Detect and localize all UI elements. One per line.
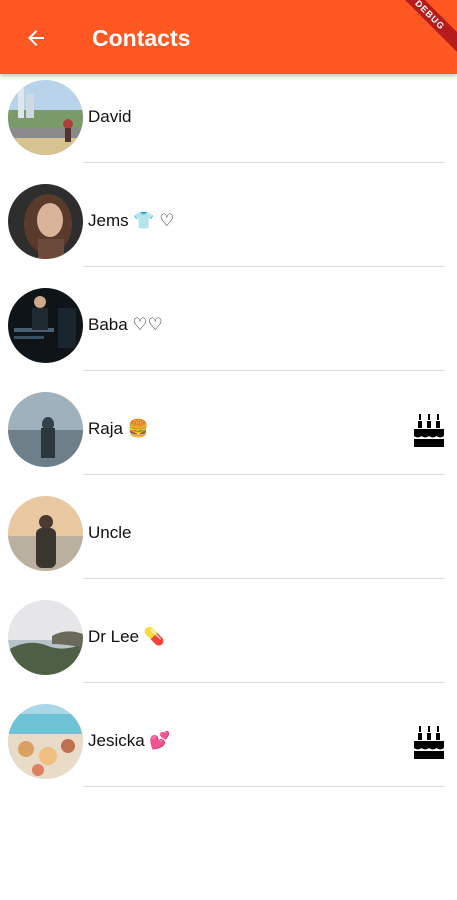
cake-icon — [414, 726, 444, 759]
divider — [83, 266, 445, 267]
contact-row[interactable]: David — [0, 74, 457, 178]
cake-icon — [414, 414, 444, 447]
avatar — [8, 600, 83, 675]
avatar — [8, 288, 83, 363]
arrow-back-icon — [28, 30, 44, 46]
avatar — [8, 704, 83, 779]
contact-name: Raja 🍔 — [88, 419, 149, 438]
contact-row[interactable]: Dr Lee 💊 — [0, 594, 457, 698]
contact-row[interactable]: Jesicka 💕 — [0, 698, 457, 802]
page-title: Contacts — [92, 25, 191, 51]
divider — [83, 370, 445, 371]
divider — [83, 162, 445, 163]
avatar — [8, 496, 83, 571]
back-button[interactable] — [18, 22, 54, 54]
divider — [83, 578, 445, 579]
debug-banner: DEBUG — [397, 0, 457, 60]
avatar — [8, 184, 83, 259]
divider — [83, 682, 445, 683]
contact-row[interactable]: Jems 👕 ♡ — [0, 178, 457, 282]
avatar — [8, 392, 83, 467]
contact-name: Jems 👕 ♡ — [88, 211, 175, 230]
divider — [83, 474, 445, 475]
contact-row[interactable]: Raja 🍔 — [0, 386, 457, 490]
avatar — [8, 80, 83, 155]
app-bar: Contacts — [0, 0, 457, 74]
contact-row[interactable]: Uncle — [0, 490, 457, 594]
contact-name: Dr Lee 💊 — [88, 627, 165, 646]
contact-name: Uncle — [88, 523, 132, 542]
contact-name: David — [88, 107, 132, 126]
contact-list: David Jems 👕 ♡ Baba ♡♡ Raja 🍔 Uncle Dr L… — [0, 74, 457, 802]
contact-name: Baba ♡♡ — [88, 315, 163, 334]
contact-row[interactable]: Baba ♡♡ — [0, 282, 457, 386]
divider — [83, 786, 445, 787]
contact-name: Jesicka 💕 — [88, 731, 171, 750]
